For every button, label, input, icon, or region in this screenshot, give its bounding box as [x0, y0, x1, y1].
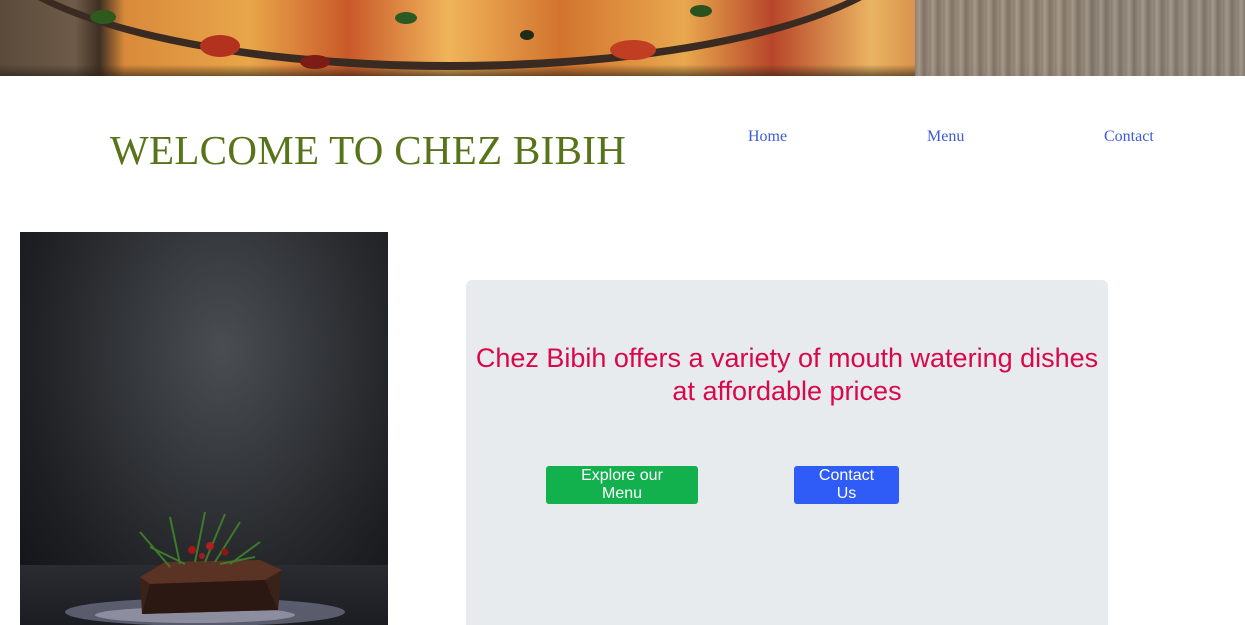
page-title: WELCOME TO CHEZ BIBIH: [110, 127, 627, 173]
explore-menu-button[interactable]: Explore our Menu: [546, 466, 698, 504]
pizza-crust-shape: [0, 0, 920, 70]
pepperoni-topping: [300, 55, 330, 69]
tomato-topping: [200, 35, 240, 57]
tomato-topping: [610, 40, 656, 60]
cake-illustration: [65, 511, 345, 625]
wooden-table-texture: [915, 0, 1245, 76]
contact-us-button[interactable]: Contact Us: [794, 466, 899, 504]
hero-card: Chez Bibih offers a variety of mouth wat…: [466, 280, 1108, 625]
basil-topping: [395, 12, 417, 24]
cake-photo-image: [20, 232, 388, 625]
hero-tagline: Chez Bibih offers a variety of mouth wat…: [475, 343, 1099, 406]
basil-topping: [90, 10, 116, 24]
pizza-banner-image: [0, 0, 1245, 76]
nav-link-contact[interactable]: Contact: [1104, 128, 1154, 146]
nav-link-menu[interactable]: Menu: [927, 128, 964, 146]
basil-topping: [690, 5, 712, 17]
nav-link-home[interactable]: Home: [748, 128, 787, 146]
olive-topping: [520, 30, 534, 40]
